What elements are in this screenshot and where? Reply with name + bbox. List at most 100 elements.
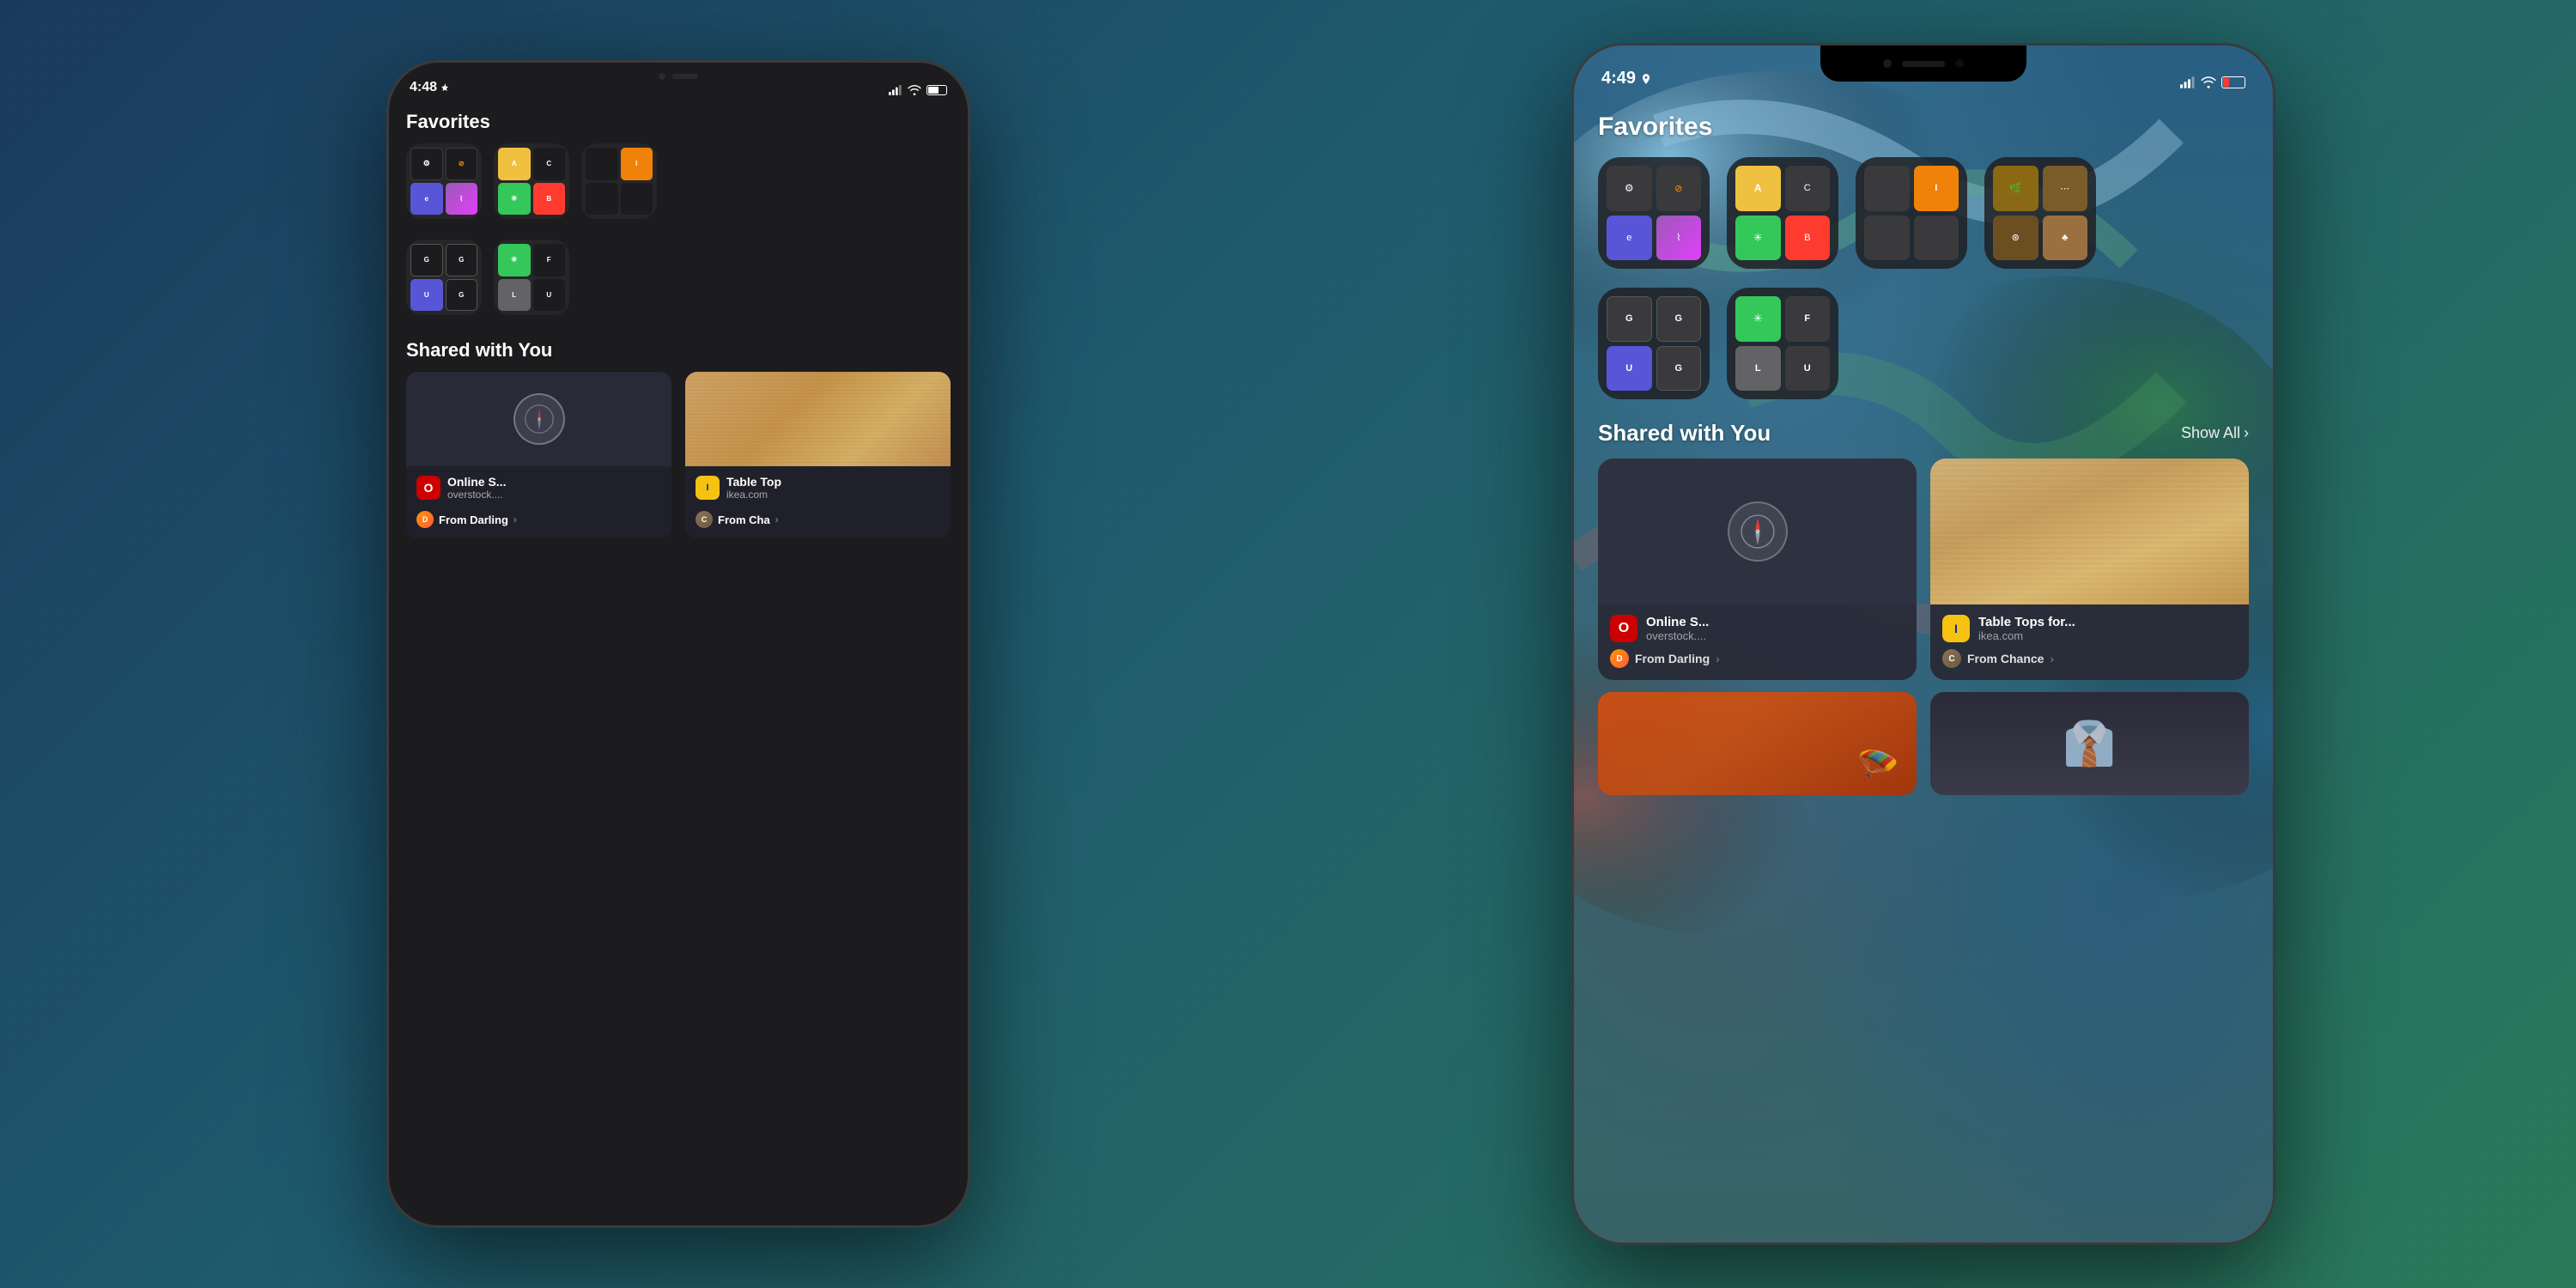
front-card-text-2: Table Tops for... ikea.com (1978, 615, 2237, 642)
back-folder-f[interactable]: ✳ F L U (494, 240, 569, 315)
front-bottom-card-1[interactable]: 🪂 (1598, 692, 1917, 795)
front-app-icon-5: A (1735, 166, 1781, 211)
back-card-title-2: Table Top (726, 475, 940, 489)
front-signal-icon (2180, 76, 2196, 88)
front-time: 4:49 (1601, 69, 1636, 88)
front-bottom-card-2[interactable]: 👔 (1930, 692, 2249, 795)
back-card-site-1: O Online S... overstock.... (416, 475, 661, 501)
front-content: Favorites ⚙ ⊘ e ⌇ A C ✳ B (1574, 99, 2273, 1242)
front-card-preview-2 (1930, 459, 2249, 605)
back-folders-row1: ⚙ ⊘ e ⌇ A C ✳ B I (406, 143, 951, 219)
front-app-icon-14: ⋯ (2043, 166, 2088, 211)
back-folder-2[interactable]: A C ✳ B (494, 143, 569, 219)
back-battery-icon (927, 85, 947, 95)
back-app-icon-5: A (498, 148, 531, 180)
back-card-info-2: I Table Top ikea.com C From Cha › (685, 466, 951, 538)
back-card-info-1: O Online S... overstock.... D From Darli… (406, 466, 671, 538)
front-folder-2[interactable]: A C ✳ B (1727, 157, 1838, 269)
back-from-chevron-1: › (513, 513, 517, 526)
back-status-icons (889, 85, 947, 95)
back-app-icon-8: B (533, 183, 566, 216)
phone-front: 4:49 (1571, 43, 2275, 1245)
back-wifi-icon (908, 85, 921, 95)
back-app-g4: G (446, 279, 478, 312)
front-app-icon-12 (1914, 216, 1959, 261)
back-card-2[interactable]: I Table Top ikea.com C From Cha › (685, 372, 951, 538)
front-show-all-chevron: › (2244, 424, 2249, 442)
back-app-icon-7: ✳ (498, 183, 531, 216)
back-card-1[interactable]: O Online S... overstock.... D From Darli… (406, 372, 671, 538)
front-card-url-2: ikea.com (1978, 629, 2237, 642)
back-from-text-2: From Cha (718, 513, 770, 526)
front-overstock-icon: O (1610, 615, 1637, 642)
front-folder-g[interactable]: G G U G (1598, 288, 1710, 399)
front-app-icon-11 (1864, 216, 1910, 261)
back-app-icon-11 (586, 183, 618, 216)
front-from-text-2: From Chance (1967, 652, 2044, 665)
back-folder-1[interactable]: ⚙ ⊘ e ⌇ (406, 143, 482, 219)
front-card-site-1: O Online S... overstock.... (1610, 615, 1905, 642)
back-from-badge-2[interactable]: C From Cha › (696, 506, 940, 530)
front-shared-title: Shared with You (1598, 420, 1771, 447)
front-folder-f[interactable]: ✳ F L U (1727, 288, 1838, 399)
back-app-g1: G (410, 244, 443, 276)
back-from-badge-1[interactable]: D From Darling › (416, 506, 661, 530)
front-speaker (1902, 61, 1945, 67)
back-card-site-2: I Table Top ikea.com (696, 475, 940, 501)
back-folder-g[interactable]: G G U G (406, 240, 482, 315)
back-ikea-icon: I (696, 476, 720, 500)
front-app-icon-1: ⚙ (1607, 166, 1652, 211)
front-camera (1883, 59, 1892, 68)
front-card-title-2: Table Tops for... (1978, 615, 2237, 629)
front-card-info-1: O Online S... overstock.... D From Darli… (1598, 605, 1917, 680)
front-battery-icon (2221, 76, 2245, 88)
back-app-icon-2: ⊘ (446, 148, 478, 180)
back-status-bar: 4:48 (389, 63, 968, 100)
back-signal-icon (889, 85, 902, 95)
front-app-g2: G (1656, 296, 1702, 342)
back-app-f3: L (498, 279, 531, 312)
back-from-avatar-2: C (696, 511, 713, 528)
front-app-icon-3: e (1607, 216, 1652, 261)
front-folders-row2: G G U G ✳ F L U (1598, 288, 2249, 399)
front-folder-4[interactable]: 🌿 ⋯ ⊛ ♣ (1984, 157, 2096, 269)
back-overstock-icon: O (416, 476, 440, 500)
front-from-badge-2[interactable]: C From Chance › (1942, 649, 2237, 668)
front-card-url-1: overstock.... (1646, 629, 1905, 642)
front-card-1[interactable]: O Online S... overstock.... D From Darli… (1598, 459, 1917, 680)
back-shared-title: Shared with You (406, 339, 951, 361)
back-phone-screen: 4:48 (389, 63, 968, 1225)
back-compass-icon (513, 393, 565, 445)
front-card-2[interactable]: I Table Tops for... ikea.com C From Chan… (1930, 459, 2249, 680)
front-show-all-btn[interactable]: Show All › (2181, 424, 2249, 442)
front-fashion-content: 👔 (1930, 692, 2249, 795)
back-card-url-1: overstock.... (447, 489, 661, 501)
front-app-icon-7: ✳ (1735, 216, 1781, 261)
front-from-chevron-2: › (2050, 652, 2054, 665)
front-from-badge-1[interactable]: D From Darling › (1610, 649, 1905, 668)
back-folders-row2: G G U G ✳ F L U (406, 240, 951, 315)
front-folder-1[interactable]: ⚙ ⊘ e ⌇ (1598, 157, 1710, 269)
front-kite-icon: 🪂 (1856, 746, 1899, 787)
front-ikea-icon: I (1942, 615, 1970, 642)
back-app-g3: U (410, 279, 443, 312)
back-app-icon-1: ⚙ (410, 148, 443, 180)
front-location-icon (1640, 73, 1652, 85)
back-card-text-2: Table Top ikea.com (726, 475, 940, 501)
front-app-icon-2: ⊘ (1656, 166, 1702, 211)
back-app-icon-10: I (621, 148, 653, 180)
front-from-avatar-2: C (1942, 649, 1961, 668)
front-app-icon-15: ⊛ (1993, 216, 2038, 261)
front-faceid (1955, 59, 1964, 68)
back-folder-3[interactable]: I (581, 143, 657, 219)
scene: 4:48 (86, 43, 2490, 1245)
back-app-f2: F (533, 244, 566, 276)
front-app-g1: G (1607, 296, 1652, 342)
back-from-chevron-2: › (775, 513, 779, 526)
front-from-avatar-1: D (1610, 649, 1629, 668)
front-compass-icon (1740, 513, 1776, 550)
back-app-icon-3: e (410, 183, 443, 216)
front-app-icon-4: ⌇ (1656, 216, 1702, 261)
back-app-f4: U (533, 279, 566, 312)
front-folder-3[interactable]: I (1856, 157, 1967, 269)
